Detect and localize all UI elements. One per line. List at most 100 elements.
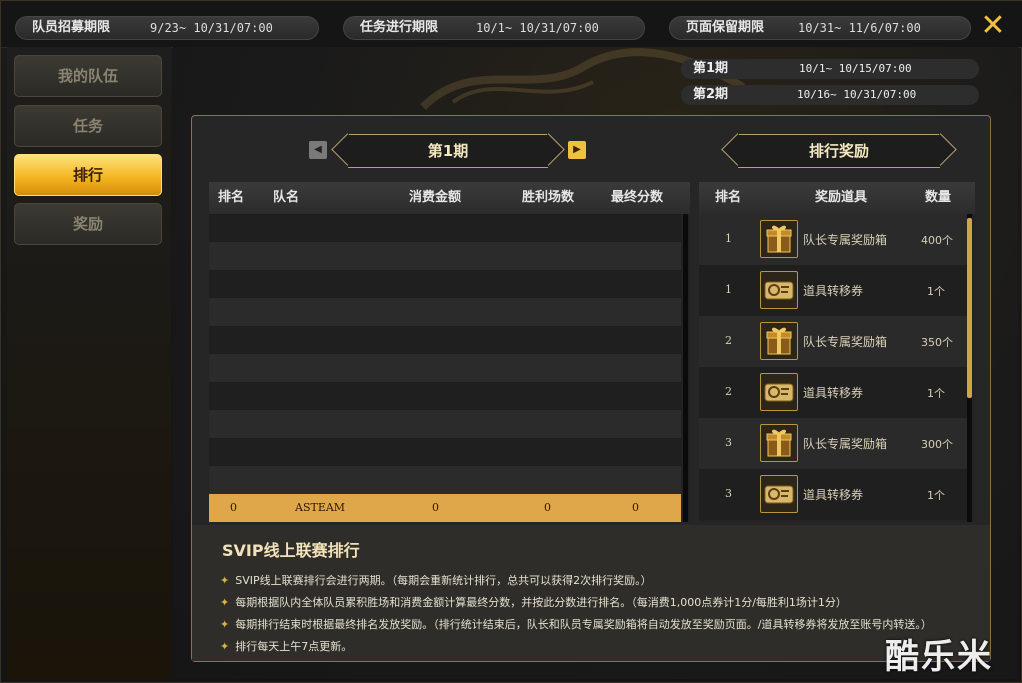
table-row (209, 382, 681, 410)
reward-table-header: 排名 奖励道具 数量 (699, 182, 975, 214)
star-icon: ✦ (220, 574, 230, 587)
gift-box-icon (760, 424, 798, 462)
table-row (209, 354, 681, 382)
reward-qty: 1个 (927, 387, 945, 400)
recruit-period-pill: 队员招募期限 9/23~ 10/31/07:00 (15, 16, 319, 40)
my-team-spend: 0 (432, 501, 439, 514)
table-row (209, 298, 681, 326)
table-row (209, 242, 681, 270)
sidebar-item-ranking[interactable]: 排行 (14, 154, 162, 196)
column-header-score: 最终分数 (611, 190, 664, 205)
ticket-icon (760, 475, 798, 513)
star-icon: ✦ (220, 640, 230, 653)
reward-rank: 2 (725, 334, 732, 347)
column-header-reward-rank: 排名 (715, 190, 742, 205)
sidebar-item-my-team[interactable]: 我的队伍 (14, 55, 162, 97)
reward-item-name: 队长专属奖励箱 (803, 437, 888, 451)
description-bullet-text: 每期排行结束时根据最终排名发放奖励。（排行统计结束后，队长和队员专属奖励箱将自动… (235, 618, 932, 631)
mission-period-label: 任务进行期限 (360, 20, 439, 35)
my-team-wins: 0 (544, 501, 551, 514)
column-header-team: 队名 (273, 190, 300, 205)
reward-item-name: 道具转移券 (803, 488, 864, 502)
reward-qty: 350个 (921, 336, 953, 349)
reward-scrollbar-thumb[interactable] (967, 218, 972, 398)
ranking-table: 排名 队名 消费金额 胜利场数 最终分数 0 ASTEAM 0 0 0 (209, 182, 690, 522)
reward-title: 排行奖励 (738, 134, 940, 168)
reward-item-name: 道具转移券 (803, 386, 864, 400)
description-bullet: ✦ 每期排行结束时根据最终排名发放奖励。（排行统计结束后，队长和队员专属奖励箱将自… (220, 616, 932, 632)
description-bullet: ✦ 排行每天上午7点更新。 (220, 638, 352, 654)
period-2-value: 10/16~ 10/31/07:00 (797, 88, 917, 101)
reward-rank: 1 (725, 283, 732, 296)
mission-period-value: 10/1~ 10/31/07:00 (476, 21, 599, 35)
description-bullet-text: SVIP线上联赛排行会进行两期。（每期会重新统计排行，总共可以获得2次排行奖励。… (235, 574, 652, 587)
period-1-value: 10/1~ 10/15/07:00 (799, 62, 912, 75)
reward-table: 排名 奖励道具 数量 1 队长专属奖励箱 400个 1 道具转移券 1个 2 队… (699, 182, 975, 522)
star-icon: ✦ (220, 618, 230, 631)
close-icon[interactable]: ✕ (978, 11, 1008, 41)
prev-period-button[interactable]: ◀ (309, 141, 327, 159)
reward-rank: 1 (725, 232, 732, 245)
reward-rank: 2 (725, 385, 732, 398)
keep-period-pill: 页面保留期限 10/31~ 11/6/07:00 (669, 16, 971, 40)
period-2-label: 第2期 (693, 87, 729, 102)
keep-period-value: 10/31~ 11/6/07:00 (798, 21, 921, 35)
reward-qty: 1个 (927, 285, 945, 298)
mission-period-pill: 任务进行期限 10/1~ 10/31/07:00 (343, 16, 645, 40)
star-icon: ✦ (220, 596, 230, 609)
reward-scrollbar[interactable] (967, 214, 972, 522)
column-header-reward-qty: 数量 (925, 190, 952, 205)
list-item: 2 队长专属奖励箱 350个 (699, 316, 967, 367)
reward-qty: 400个 (921, 234, 953, 247)
column-header-rank: 排名 (218, 190, 245, 205)
reward-item-name: 队长专属奖励箱 (803, 233, 888, 247)
list-item: 1 道具转移券 1个 (699, 265, 967, 316)
description-bullet: ✦ 每期根据队内全体队员累积胜场和消费金额计算最终分数，并按此分数进行排名。（每消… (220, 594, 847, 610)
gift-box-icon (760, 220, 798, 258)
description-title: SVIP线上联赛排行 (222, 541, 360, 560)
reward-rank: 3 (725, 487, 732, 500)
table-row (209, 466, 681, 494)
gift-box-icon (760, 322, 798, 360)
next-period-button[interactable]: ▶ (568, 141, 586, 159)
description-box: SVIP线上联赛排行 ✦ SVIP线上联赛排行会进行两期。（每期会重新统计排行，总… (192, 525, 990, 661)
column-header-wins: 胜利场数 (522, 190, 575, 205)
reward-rows: 1 队长专属奖励箱 400个 1 道具转移券 1个 2 队长专属奖励箱 350个 (699, 214, 967, 522)
top-bar: 队员招募期限 9/23~ 10/31/07:00 任务进行期限 10/1~ 10… (1, 1, 1022, 48)
watermark: 酷乐米 (885, 637, 993, 677)
ranking-table-header: 排名 队名 消费金额 胜利场数 最终分数 (209, 182, 690, 214)
sidebar: 我的队伍 任务 排行 奖励 (7, 47, 171, 679)
recruit-period-label: 队员招募期限 (32, 20, 111, 35)
reward-rank: 3 (725, 436, 732, 449)
table-row (209, 326, 681, 354)
list-item: 2 道具转移券 1个 (699, 367, 967, 418)
ranking-panel: ◀ 第1期 ▶ 排行奖励 排名 队名 消费金额 胜利场数 最终分数 0 ASTE… (191, 115, 991, 662)
recruit-period-value: 9/23~ 10/31/07:00 (150, 21, 273, 35)
description-bullet: ✦ SVIP线上联赛排行会进行两期。（每期会重新统计排行，总共可以获得2次排行奖励… (220, 572, 652, 588)
reward-qty: 1个 (927, 489, 945, 502)
table-row (209, 214, 681, 242)
table-row (209, 410, 681, 438)
my-team-rank: 0 (230, 501, 237, 514)
ranking-scrollbar[interactable] (683, 214, 688, 522)
reward-qty: 300个 (921, 438, 953, 451)
sidebar-item-reward[interactable]: 奖励 (14, 203, 162, 245)
ticket-icon (760, 271, 798, 309)
reward-item-name: 队长专属奖励箱 (803, 335, 888, 349)
my-team-name: ASTEAM (295, 501, 346, 514)
sidebar-item-mission[interactable]: 任务 (14, 105, 162, 147)
list-item: 1 队长专属奖励箱 400个 (699, 214, 967, 265)
period-2-row: 第2期 10/16~ 10/31/07:00 (681, 85, 979, 105)
period-title: 第1期 (348, 134, 548, 168)
game-window: 队员招募期限 9/23~ 10/31/07:00 任务进行期限 10/1~ 10… (0, 0, 1022, 683)
description-bullet-text: 排行每天上午7点更新。 (235, 640, 353, 653)
dragon-background-decoration (420, 48, 746, 110)
column-header-reward-item: 奖励道具 (815, 190, 868, 205)
table-row (209, 270, 681, 298)
ticket-icon (760, 373, 798, 411)
description-bullet-text: 每期根据队内全体队员累积胜场和消费金额计算最终分数，并按此分数进行排名。（每消费… (235, 596, 847, 609)
period-1-label: 第1期 (693, 61, 729, 76)
reward-item-name: 道具转移券 (803, 284, 864, 298)
list-item: 3 道具转移券 1个 (699, 469, 967, 520)
keep-period-label: 页面保留期限 (686, 20, 765, 35)
